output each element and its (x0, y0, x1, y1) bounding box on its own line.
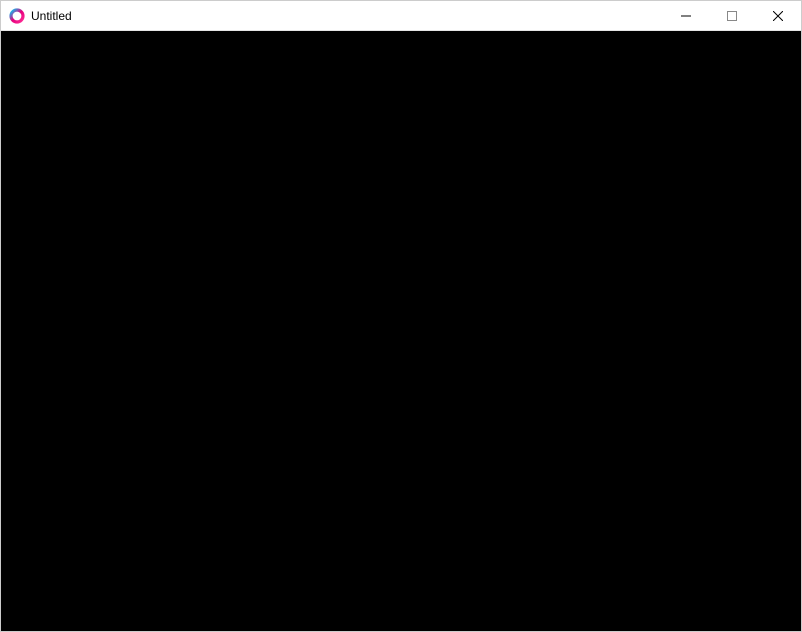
maximize-icon (727, 11, 737, 21)
window-controls (663, 1, 801, 30)
maximize-button[interactable] (709, 1, 755, 30)
minimize-icon (681, 11, 691, 21)
close-button[interactable] (755, 1, 801, 30)
titlebar[interactable]: Untitled (1, 1, 801, 31)
minimize-button[interactable] (663, 1, 709, 30)
application-window: Untitled (0, 0, 802, 632)
content-area (1, 31, 801, 631)
app-icon (9, 8, 25, 24)
window-title: Untitled (31, 9, 72, 23)
close-icon (773, 11, 783, 21)
